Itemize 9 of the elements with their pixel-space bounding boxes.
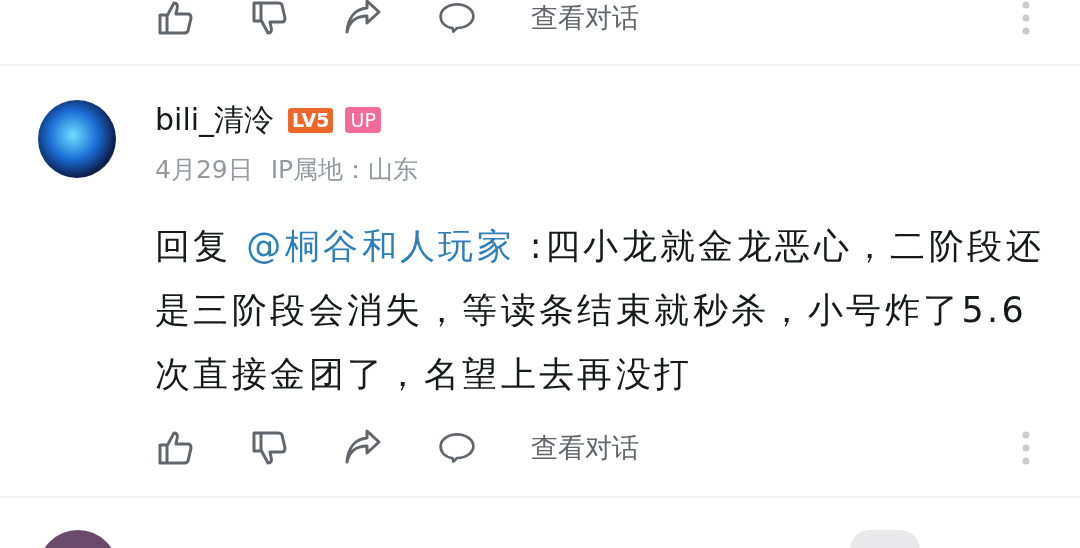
comment-date: 4月29日 [155,154,253,186]
level-badge: LV5 [288,107,334,133]
view-conversation-link[interactable]: 查看对话 [531,430,639,466]
username[interactable]: bili_清泠 [155,99,275,141]
comment-text: 回复 @桐谷和人玩家 :四小龙就金龙恶心，二阶段还是三阶段会消失，等读条结束就秒杀，小号炸了5.6次直接金团了，名望上去再没打 [155,225,1045,396]
mention-link[interactable]: @桐谷和人玩家 [246,226,516,266]
ip-location: IP属地：山东 [270,154,419,186]
up-badge: UP [345,107,381,133]
view-conversation-link[interactable]: 查看对话 [531,0,639,36]
